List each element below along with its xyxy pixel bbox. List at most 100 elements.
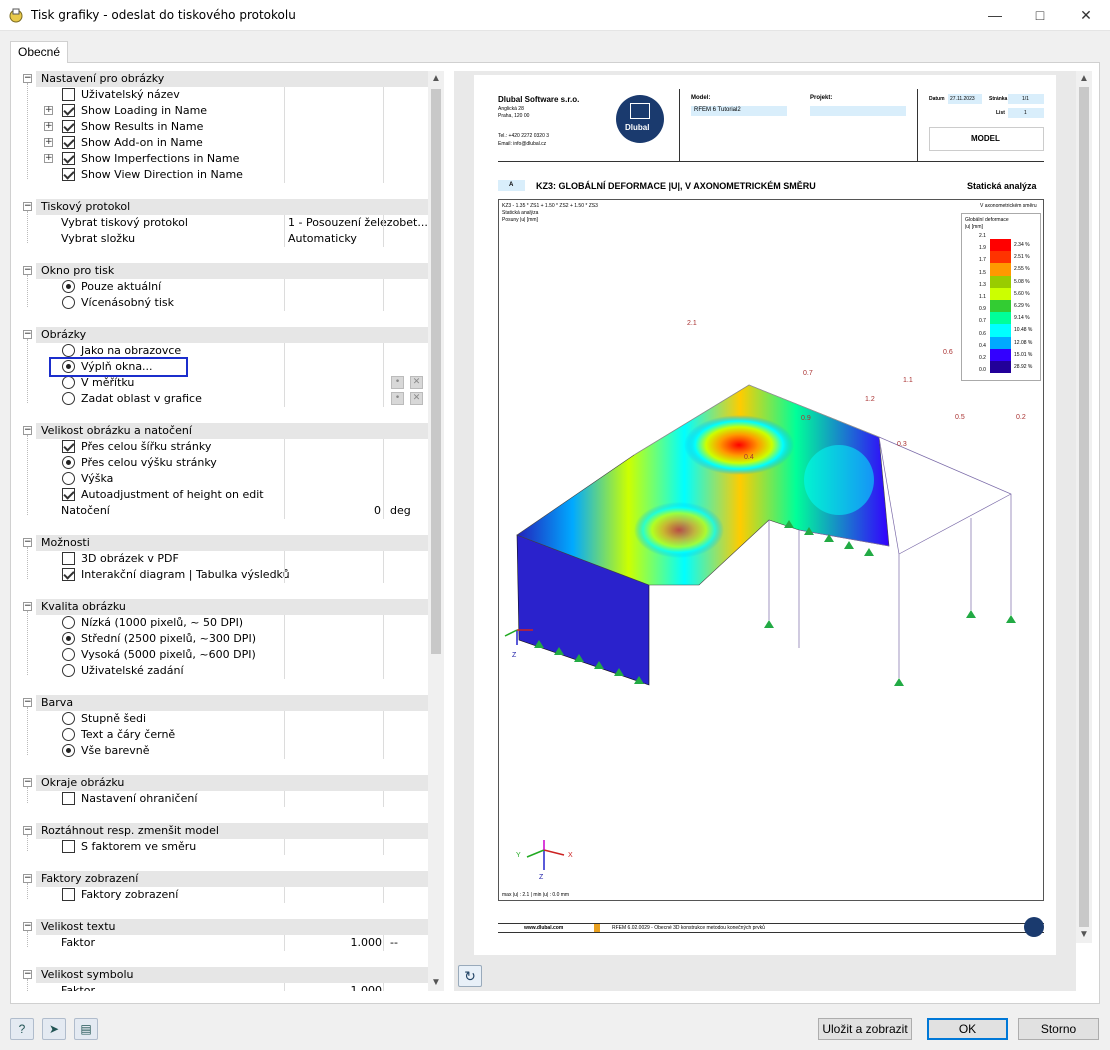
option-row[interactable]: Uživatelský název <box>61 87 428 103</box>
save-icon[interactable]: ▤ <box>74 1018 98 1040</box>
group-header[interactable]: Okraje obrázku <box>36 775 428 791</box>
checkbox[interactable] <box>62 888 75 901</box>
property-value[interactable]: 1.000 <box>351 935 383 951</box>
checkbox[interactable] <box>62 792 75 805</box>
help-icon[interactable]: ? <box>10 1018 34 1040</box>
expand-icon[interactable]: + <box>44 154 53 163</box>
collapse-icon[interactable]: − <box>23 874 32 883</box>
group-header[interactable]: Tiskový protokol <box>36 199 428 215</box>
option-row[interactable]: S faktorem ve směru <box>61 839 428 855</box>
property-value[interactable]: 1 - Posouzení železobet... <box>288 215 428 231</box>
scroll-thumb[interactable] <box>431 89 441 654</box>
group-header[interactable]: Velikost symbolu <box>36 967 428 983</box>
option-row[interactable]: Výška <box>61 471 428 487</box>
checkbox[interactable] <box>62 488 75 501</box>
option-row[interactable]: Vše barevně <box>61 743 428 759</box>
settings-icon[interactable]: • <box>391 376 404 389</box>
option-row[interactable]: Stupně šedi <box>61 711 428 727</box>
option-row[interactable]: + Show Imperfections in Name <box>44 151 428 167</box>
collapse-icon[interactable]: − <box>23 74 32 83</box>
refresh-icon[interactable]: ↻ <box>458 965 482 987</box>
group-header[interactable]: Možnosti <box>36 535 428 551</box>
settings-icon[interactable]: • <box>391 392 404 405</box>
property-value[interactable]: 0 <box>374 503 381 519</box>
checkbox[interactable] <box>62 168 75 181</box>
collapse-icon[interactable]: − <box>23 602 32 611</box>
checkbox[interactable] <box>62 552 75 565</box>
option-row[interactable]: Text a čáry černě <box>61 727 428 743</box>
option-row[interactable]: + Show Loading in Name <box>44 103 428 119</box>
checkbox[interactable] <box>62 136 75 149</box>
checkbox[interactable] <box>62 568 75 581</box>
option-row[interactable]: Autoadjustment of height on edit <box>61 487 428 503</box>
radio-button[interactable] <box>62 744 75 757</box>
collapse-icon[interactable]: − <box>23 826 32 835</box>
left-scrollbar[interactable]: ▲ ▼ <box>428 71 444 991</box>
radio-button[interactable] <box>62 456 75 469</box>
group-header[interactable]: Roztáhnout resp. zmenšit model <box>36 823 428 839</box>
option-row[interactable]: Uživatelské zadání <box>61 663 428 679</box>
group-header[interactable]: Okno pro tisk <box>36 263 428 279</box>
cancel-button[interactable]: Storno <box>1018 1018 1099 1040</box>
expand-icon[interactable]: + <box>44 122 53 131</box>
option-row[interactable]: Vysoká (5000 pixelů, ~600 DPI) <box>61 647 428 663</box>
property-value[interactable]: Automaticky <box>288 231 357 247</box>
option-row[interactable]: Nízká (1000 pixelů, ~ 50 DPI) <box>61 615 428 631</box>
scroll-down-icon[interactable]: ▼ <box>428 975 444 991</box>
option-row[interactable]: 3D obrázek v PDF <box>61 551 428 567</box>
arrow-icon[interactable]: ➤ <box>42 1018 66 1040</box>
option-row[interactable]: Faktory zobrazení <box>61 887 428 903</box>
checkbox[interactable] <box>62 840 75 853</box>
collapse-icon[interactable]: − <box>23 202 32 211</box>
scroll-up-icon[interactable]: ▲ <box>1076 71 1092 87</box>
group-header[interactable]: Nastavení pro obrázky <box>36 71 428 87</box>
collapse-icon[interactable]: − <box>23 538 32 547</box>
radio-button[interactable] <box>62 280 75 293</box>
property-value[interactable]: 1.000 <box>351 983 383 991</box>
radio-button[interactable] <box>62 472 75 485</box>
checkbox[interactable] <box>62 88 75 101</box>
group-header[interactable]: Faktory zobrazení <box>36 871 428 887</box>
radio-button[interactable] <box>62 344 75 357</box>
radio-button[interactable] <box>62 648 75 661</box>
checkbox[interactable] <box>62 120 75 133</box>
preview-scrollbar[interactable]: ▲ ▼ <box>1076 71 1092 943</box>
save-and-show-button[interactable]: Uložit a zobrazit <box>818 1018 912 1040</box>
checkbox[interactable] <box>62 152 75 165</box>
option-row[interactable]: Střední (2500 pixelů, ~300 DPI) <box>61 631 428 647</box>
option-row[interactable]: Pouze aktuální <box>61 279 428 295</box>
option-row[interactable]: Přes celou šířku stránky <box>61 439 428 455</box>
scroll-up-icon[interactable]: ▲ <box>428 71 444 87</box>
close-button[interactable]: ✕ <box>1063 0 1109 31</box>
scroll-thumb[interactable] <box>1079 87 1089 927</box>
option-row[interactable]: Vícenásobný tisk <box>61 295 428 311</box>
checkbox[interactable] <box>62 440 75 453</box>
group-header[interactable]: Kvalita obrázku <box>36 599 428 615</box>
radio-button[interactable] <box>62 616 75 629</box>
maximize-button[interactable]: □ <box>1017 0 1063 31</box>
radio-button[interactable] <box>62 632 75 645</box>
option-row[interactable]: V měřítku • ✕ <box>61 375 428 391</box>
group-header[interactable]: Velikost obrázku a natočení <box>36 423 428 439</box>
ok-button[interactable]: OK <box>927 1018 1008 1040</box>
group-header[interactable]: Velikost textu <box>36 919 428 935</box>
collapse-icon[interactable]: − <box>23 426 32 435</box>
collapse-icon[interactable]: − <box>23 922 32 931</box>
scroll-down-icon[interactable]: ▼ <box>1076 927 1092 943</box>
radio-button[interactable] <box>62 664 75 677</box>
collapse-icon[interactable]: − <box>23 970 32 979</box>
radio-button[interactable] <box>62 728 75 741</box>
collapse-icon[interactable]: − <box>23 698 32 707</box>
collapse-icon[interactable]: − <box>23 266 32 275</box>
expand-icon[interactable]: + <box>44 106 53 115</box>
radio-button[interactable] <box>62 712 75 725</box>
checkbox[interactable] <box>62 104 75 117</box>
radio-button[interactable] <box>62 296 75 309</box>
collapse-icon[interactable]: − <box>23 330 32 339</box>
radio-button[interactable] <box>62 392 75 405</box>
collapse-icon[interactable]: − <box>23 778 32 787</box>
option-row[interactable]: + Show Add-on in Name <box>44 135 428 151</box>
minimize-button[interactable]: — <box>972 0 1018 31</box>
radio-button[interactable] <box>62 376 75 389</box>
delete-icon[interactable]: ✕ <box>410 376 423 389</box>
